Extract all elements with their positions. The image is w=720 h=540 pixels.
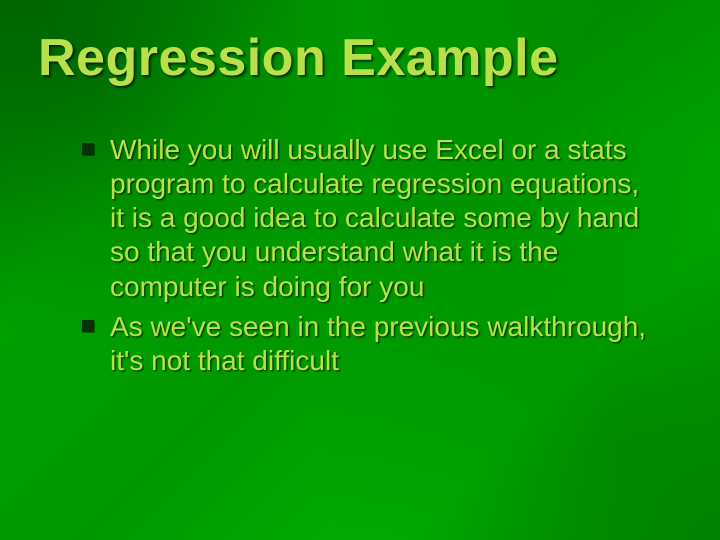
bullet-list: While you will usually use Excel or a st… [110,133,660,378]
bullet-item: As we've seen in the previous walkthroug… [110,310,660,378]
slide: Regression Example While you will usuall… [0,0,720,540]
slide-title: Regression Example [0,0,720,88]
bullet-item: While you will usually use Excel or a st… [110,133,660,304]
slide-body: While you will usually use Excel or a st… [0,88,720,378]
